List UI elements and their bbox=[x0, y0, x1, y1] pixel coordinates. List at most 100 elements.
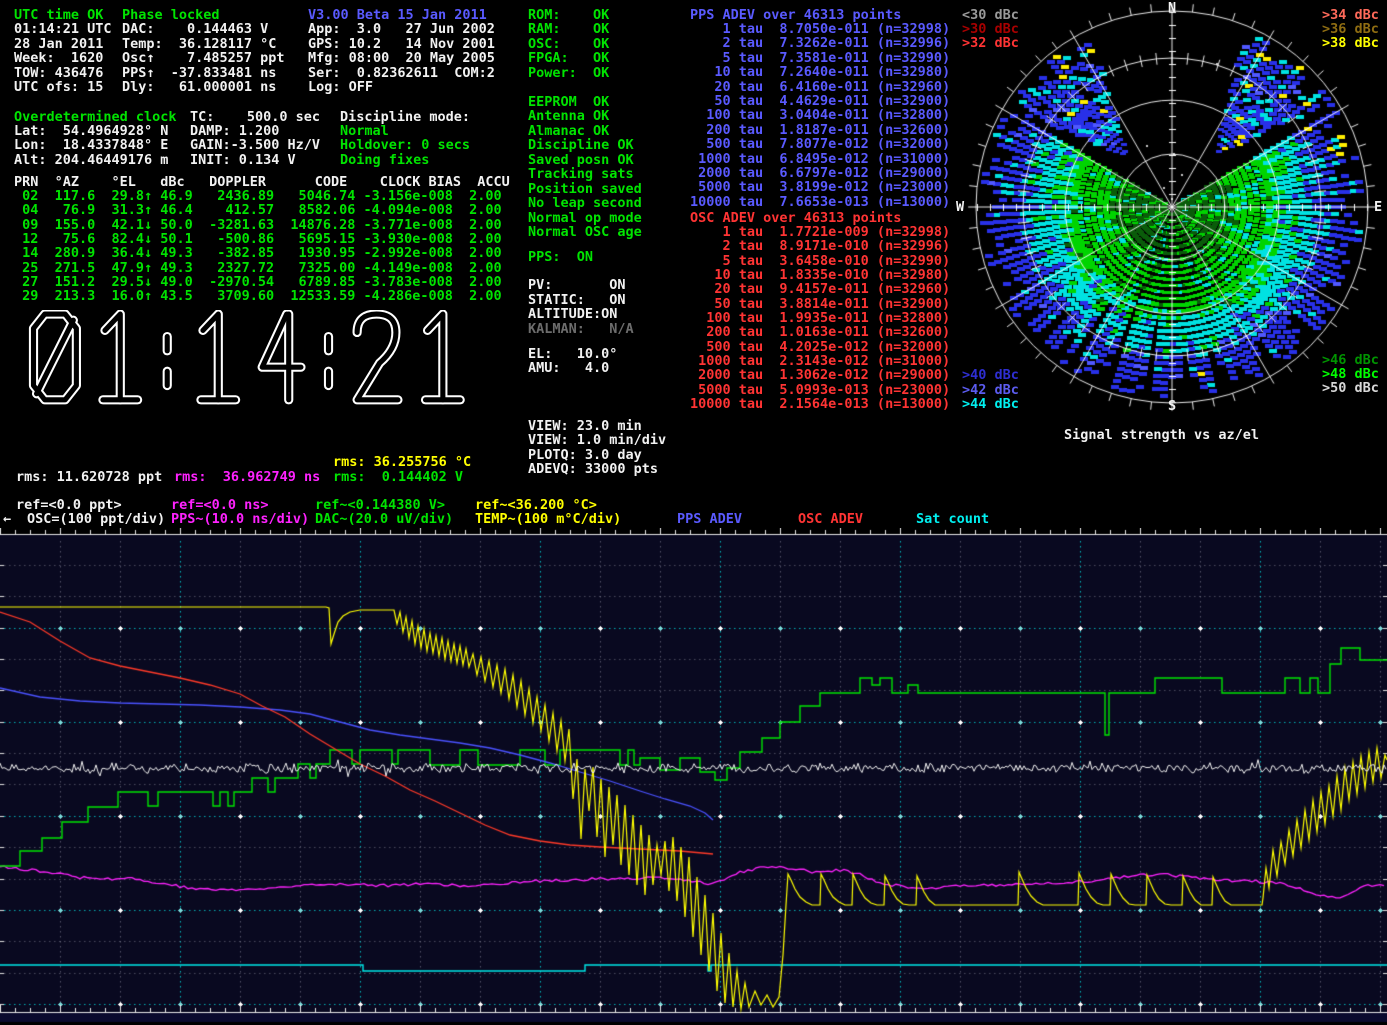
polar-legend-line-5: >38 dBc bbox=[1322, 36, 1379, 50]
receiver-health-line-11: Position saved bbox=[528, 182, 642, 196]
version-block-line-2: GPS: 10.2 14 Nov 2001 bbox=[308, 37, 495, 51]
plot-header-line-12: TEMP~(100 m°C/div) bbox=[475, 512, 621, 526]
clock-glyph-4 bbox=[262, 314, 301, 400]
osc-adev-table-line-9: 500 tau 4.2025e-012 (n=32000) bbox=[690, 340, 950, 354]
version-block-line-3: Mfg: 08:00 20 May 2005 bbox=[308, 51, 495, 65]
receiver-health-line-0: ROM: OK bbox=[528, 8, 609, 22]
position-block-line-3: Lat: 54.4964928° N bbox=[14, 124, 168, 138]
sat-table-line-3: 09 155.0 42.1↓ 50.0 -3281.63 14876.28 -3… bbox=[14, 218, 502, 232]
receiver-health-line-1: RAM: OK bbox=[528, 22, 609, 36]
utc-time-block-line-5: UTC ofs: 15 bbox=[14, 80, 103, 94]
polar-legend-line-4: >36 dBc bbox=[1322, 22, 1379, 36]
receiver-modes-line-7: VIEW: 23.0 min bbox=[528, 419, 642, 433]
strip-chart bbox=[0, 528, 1387, 1025]
utc-time-block-line-3: Week: 1620 bbox=[14, 51, 103, 65]
receiver-health-line-14: Normal OSC age bbox=[528, 225, 642, 239]
polar-legend-line-6: >40 dBc bbox=[962, 368, 1019, 382]
sat-table-line-6: 25 271.5 47.9↑ 49.3 2327.72 7325.00 -4.1… bbox=[14, 261, 502, 275]
polar-legend-line-9: >46 dBc bbox=[1322, 353, 1379, 367]
version-block-line-0: V3.00 Beta 15 Jan 2011 bbox=[308, 8, 487, 22]
sat-table-line-1: 02 117.6 29.8↑ 46.9 2436.89 5046.74 -3.1… bbox=[14, 189, 502, 203]
receiver-modes-line-2: STATIC: ON bbox=[528, 293, 626, 307]
polar-legend-line-0: <30 dBc bbox=[962, 8, 1019, 22]
lady-heather-screen: UTC time OK01:14:21 UTC28 Jan 2011Week: … bbox=[0, 0, 1387, 1025]
osc-adev-table-line-3: 5 tau 3.6458e-010 (n=32990) bbox=[690, 254, 950, 268]
polar-legend-line-11: >50 dBc bbox=[1322, 381, 1379, 395]
sat-table-line-7: 27 151.2 29.5↓ 49.0 -2970.54 6789.85 -3.… bbox=[14, 275, 502, 289]
position-block-line-6: Lon: 18.4337848° E bbox=[14, 138, 168, 152]
pps-adev-table-line-1: 1 tau 8.7050e-011 (n=32998) bbox=[690, 22, 950, 36]
receiver-health-line-7: Almanac OK bbox=[528, 124, 609, 138]
sat-table-line-0: PRN °AZ °EL dBc DOPPLER CODE CLOCK BIAS … bbox=[14, 175, 510, 189]
utc-time-block-line-4: TOW: 436476 bbox=[14, 66, 103, 80]
polar-legend-line-7: >42 dBc bbox=[962, 383, 1019, 397]
osc-adev-table-line-0: OSC ADEV over 46313 points bbox=[690, 211, 901, 225]
polar-legend-line-2: >32 dBc bbox=[962, 36, 1019, 50]
version-block-line-5: Log: OFF bbox=[308, 80, 373, 94]
clock-glyph-1 bbox=[201, 314, 236, 400]
version-block-line-4: Ser: 0.82362611 COM:2 bbox=[308, 66, 495, 80]
oscillator-block-line-4: PPS↑ -37.833481 ns bbox=[122, 66, 276, 80]
plot-header-line-11: DAC~(20.0 uV/div) bbox=[315, 512, 453, 526]
receiver-health-line-3: FPGA: OK bbox=[528, 51, 609, 65]
receiver-health-line-9: Saved posn OK bbox=[528, 153, 634, 167]
position-block-line-4: DAMP: 1.200 bbox=[190, 124, 279, 138]
clock-glyph-2 bbox=[357, 314, 398, 400]
receiver-health-line-5: EEPROM OK bbox=[528, 95, 609, 109]
version-block-line-1: App: 3.0 27 Jun 2002 bbox=[308, 22, 495, 36]
pps-adev-table-line-5: 20 tau 6.4160e-011 (n=32960) bbox=[690, 80, 950, 94]
osc-adev-table-line-1: 1 tau 1.7721e-009 (n=32998) bbox=[690, 225, 950, 239]
receiver-health-line-8: Discipline OK bbox=[528, 138, 634, 152]
receiver-modes-line-5: EL: 10.0° bbox=[528, 347, 617, 361]
polar-legend-line-3: >34 dBc bbox=[1322, 8, 1379, 22]
receiver-health-line-6: Antenna OK bbox=[528, 109, 609, 123]
pps-adev-table-line-8: 200 tau 1.8187e-011 (n=32600) bbox=[690, 123, 950, 137]
polar-legend-line-1: >30 dBc bbox=[962, 22, 1019, 36]
osc-adev-table-line-10: 1000 tau 2.3143e-012 (n=31000) bbox=[690, 354, 950, 368]
osc-adev-table-line-7: 100 tau 1.9935e-011 (n=32800) bbox=[690, 311, 950, 325]
plot-header-line-2: rms: 36.962749 ns bbox=[174, 470, 320, 484]
sat-table-line-8: 29 213.3 16.0↑ 43.5 3709.60 12533.59 -4.… bbox=[14, 289, 502, 303]
plot-header-line-7: ref~<36.200 °C> bbox=[475, 498, 597, 512]
polar-legend-line-8: >44 dBc bbox=[962, 397, 1019, 411]
pps-adev-table-line-11: 2000 tau 6.6797e-012 (n=29000) bbox=[690, 166, 950, 180]
position-block-line-11: Doing fixes bbox=[340, 153, 429, 167]
receiver-modes-line-3: ALTITUDE:ON bbox=[528, 307, 617, 321]
big-digital-clock bbox=[28, 310, 480, 408]
plot-header-line-10: PPS~(10.0 ns/div) bbox=[171, 512, 309, 526]
plot-header-line-3: rms: 0.144402 V bbox=[333, 470, 463, 484]
osc-adev-table-line-2: 2 tau 8.9171e-010 (n=32996) bbox=[690, 239, 950, 253]
polar-legend-line-10: >48 dBc bbox=[1322, 367, 1379, 381]
plot-header-line-4: ref=<0.0 ppt> bbox=[16, 498, 122, 512]
receiver-health-line-13: Normal op mode bbox=[528, 211, 642, 225]
pps-adev-table-line-0: PPS ADEV over 46313 points bbox=[690, 8, 901, 22]
plot-header-line-6: ref~<0.144380 V> bbox=[315, 498, 445, 512]
osc-adev-table-line-8: 200 tau 1.0163e-011 (n=32600) bbox=[690, 325, 950, 339]
receiver-health-line-4: Power: OK bbox=[528, 66, 609, 80]
osc-adev-table-line-4: 10 tau 1.8335e-010 (n=32980) bbox=[690, 268, 950, 282]
plot-header-line-0: rms: 36.255756 °C bbox=[333, 455, 471, 469]
position-block-line-2: Discipline mode: bbox=[340, 110, 470, 124]
receiver-modes-line-1: PV: ON bbox=[528, 278, 626, 292]
position-block-line-7: GAIN:-3.500 Hz/V bbox=[190, 138, 320, 152]
position-block-line-10: INIT: 0.134 V bbox=[190, 153, 296, 167]
osc-adev-table-line-5: 20 tau 9.4157e-011 (n=32960) bbox=[690, 282, 950, 296]
position-block-line-8: Holdover: 0 secs bbox=[340, 138, 470, 152]
polar-caption-line-0: Signal strength vs az/el bbox=[1064, 428, 1259, 442]
plot-header-line-8: ← bbox=[3, 512, 11, 526]
sat-table-line-5: 14 280.9 36.4↓ 49.3 -382.85 1930.95 -2.9… bbox=[14, 246, 502, 260]
polar-compass-line-1: S bbox=[1168, 399, 1176, 413]
receiver-health-line-2: OSC: OK bbox=[528, 37, 609, 51]
position-block-line-5: Normal bbox=[340, 124, 389, 138]
polar-compass-line-0: N bbox=[1168, 1, 1176, 15]
plot-header-line-13: PPS ADEV bbox=[677, 512, 742, 526]
clock-glyph-0 bbox=[34, 314, 77, 400]
sat-table-line-4: 12 75.6 82.4↓ 50.1 -500.86 5695.15 -3.93… bbox=[14, 232, 502, 246]
clock-glyph-1 bbox=[426, 314, 461, 400]
osc-adev-table-line-12: 5000 tau 5.0993e-013 (n=23000) bbox=[690, 383, 950, 397]
utc-time-block-line-1: 01:14:21 UTC bbox=[14, 22, 112, 36]
oscillator-block-line-3: Osc↑ 7.485257 ppt bbox=[122, 51, 285, 65]
receiver-modes-line-8: VIEW: 1.0 min/div bbox=[528, 433, 666, 447]
utc-time-block-line-2: 28 Jan 2011 bbox=[14, 37, 103, 51]
receiver-modes-line-9: PLOTQ: 3.0 day bbox=[528, 448, 642, 462]
